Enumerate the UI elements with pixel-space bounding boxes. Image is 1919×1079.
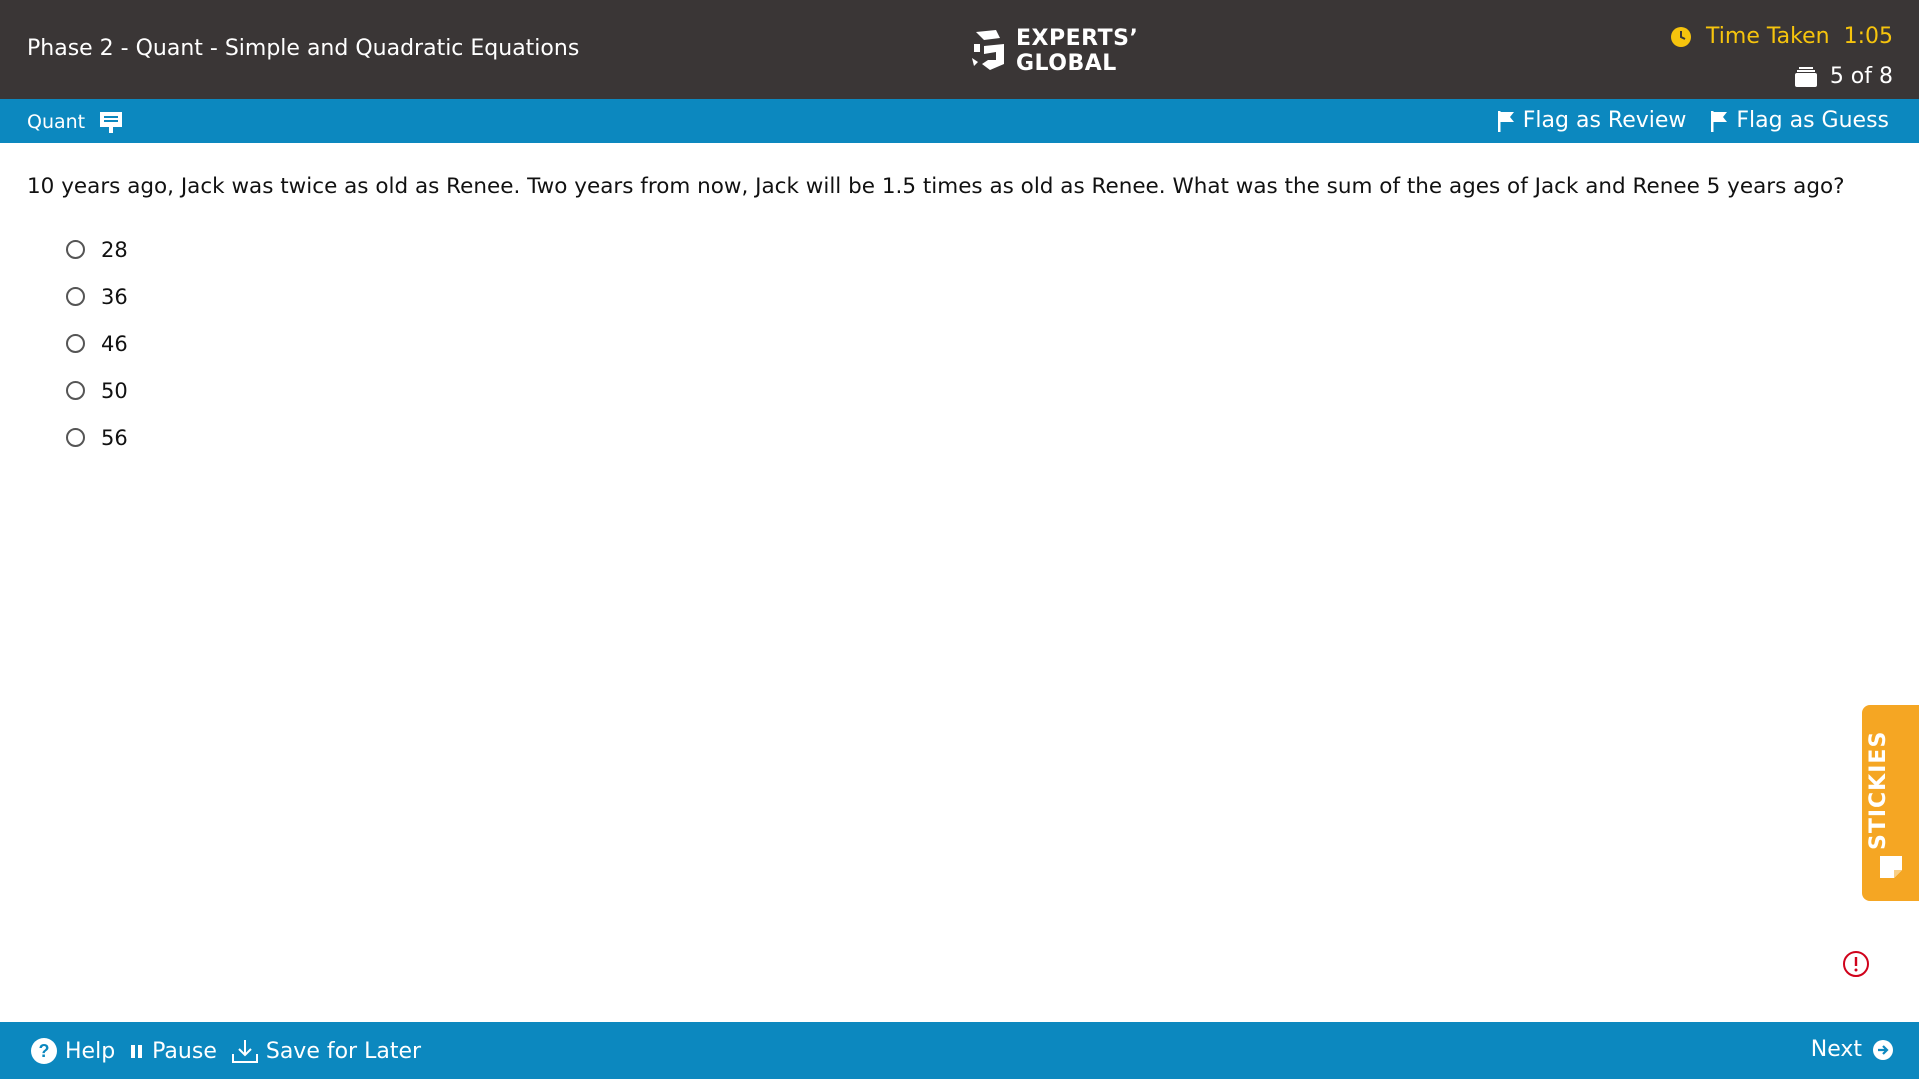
pause-button[interactable]: Pause xyxy=(129,1039,217,1064)
logo-text: EXPERTS’ GLOBAL xyxy=(1016,26,1138,76)
pause-icon xyxy=(131,1045,143,1058)
stickies-tab[interactable]: STICKIES xyxy=(1862,705,1919,901)
next-button[interactable]: Next xyxy=(1811,1037,1894,1062)
bottom-toolbar: ? Help Pause Save for Later Next xyxy=(0,1022,1919,1079)
option-label: 46 xyxy=(101,331,128,356)
calculator-icon[interactable] xyxy=(99,110,123,134)
test-title: Phase 2 - Quant - Simple and Quadratic E… xyxy=(27,36,580,61)
answer-options: 28 36 46 50 56 xyxy=(66,226,128,461)
progress-text: 5 of 8 xyxy=(1829,64,1893,89)
next-label: Next xyxy=(1810,1037,1862,1062)
option-label: 28 xyxy=(101,237,128,262)
bottom-left-actions: ? Help Pause Save for Later xyxy=(30,1037,435,1065)
save-label: Save for Later xyxy=(265,1038,422,1064)
download-icon xyxy=(231,1040,258,1063)
option-label: 56 xyxy=(101,425,128,450)
logo-line-2: GLOBAL xyxy=(1016,51,1117,76)
help-button[interactable]: ? Help xyxy=(30,1037,115,1065)
flag-buttons: Flag as Review Flag as Guess xyxy=(1473,108,1889,133)
option-label: 36 xyxy=(101,284,128,309)
help-label: Help xyxy=(65,1038,116,1064)
flag-review-label: Flag as Review xyxy=(1522,108,1687,133)
alert-icon[interactable] xyxy=(1842,950,1870,978)
svg-text:?: ? xyxy=(39,1041,50,1061)
flag-guess-button[interactable]: Flag as Guess xyxy=(1710,108,1889,133)
logo-line-1: EXPERTS’ xyxy=(1016,26,1139,51)
flag-review-button[interactable]: Flag as Review xyxy=(1497,108,1687,133)
stack-icon xyxy=(1794,66,1817,87)
answer-option-b[interactable]: 36 xyxy=(66,273,128,320)
section-label: Quant xyxy=(27,110,123,134)
radio-button[interactable] xyxy=(66,381,85,400)
flag-guess-label: Flag as Guess xyxy=(1736,108,1889,133)
question-progress: 5 of 8 xyxy=(1794,64,1893,89)
clock-icon xyxy=(1671,26,1692,47)
stickies-label: STICKIES xyxy=(1866,730,1891,850)
answer-option-d[interactable]: 50 xyxy=(66,367,128,414)
section-name: Quant xyxy=(27,111,86,133)
arrow-right-icon xyxy=(1873,1039,1893,1060)
answer-option-c[interactable]: 46 xyxy=(66,320,128,367)
answer-option-a[interactable]: 28 xyxy=(66,226,128,273)
flag-icon xyxy=(1497,110,1514,132)
sticky-note-icon xyxy=(1880,856,1902,878)
pause-label: Pause xyxy=(152,1038,217,1064)
brand-logo: EXPERTS’ GLOBAL xyxy=(970,26,1138,76)
radio-button[interactable] xyxy=(66,334,85,353)
logo-mark-icon xyxy=(972,30,1004,70)
question-text: 10 years ago, Jack was twice as old as R… xyxy=(27,174,1845,199)
timer: Time Taken 1:05 xyxy=(1670,24,1893,49)
top-header: Phase 2 - Quant - Simple and Quadratic E… xyxy=(0,0,1919,99)
save-for-later-button[interactable]: Save for Later xyxy=(231,1038,421,1064)
option-label: 50 xyxy=(101,378,128,403)
radio-button[interactable] xyxy=(66,428,85,447)
help-icon: ? xyxy=(31,1038,57,1064)
flag-icon xyxy=(1711,110,1728,132)
timer-value: 1:05 xyxy=(1843,24,1893,49)
radio-button[interactable] xyxy=(66,240,85,259)
section-bar: Quant Flag as Review Flag as Guess xyxy=(0,99,1919,143)
timer-label: Time Taken xyxy=(1706,24,1830,49)
radio-button[interactable] xyxy=(66,287,85,306)
answer-option-e[interactable]: 56 xyxy=(66,414,128,461)
